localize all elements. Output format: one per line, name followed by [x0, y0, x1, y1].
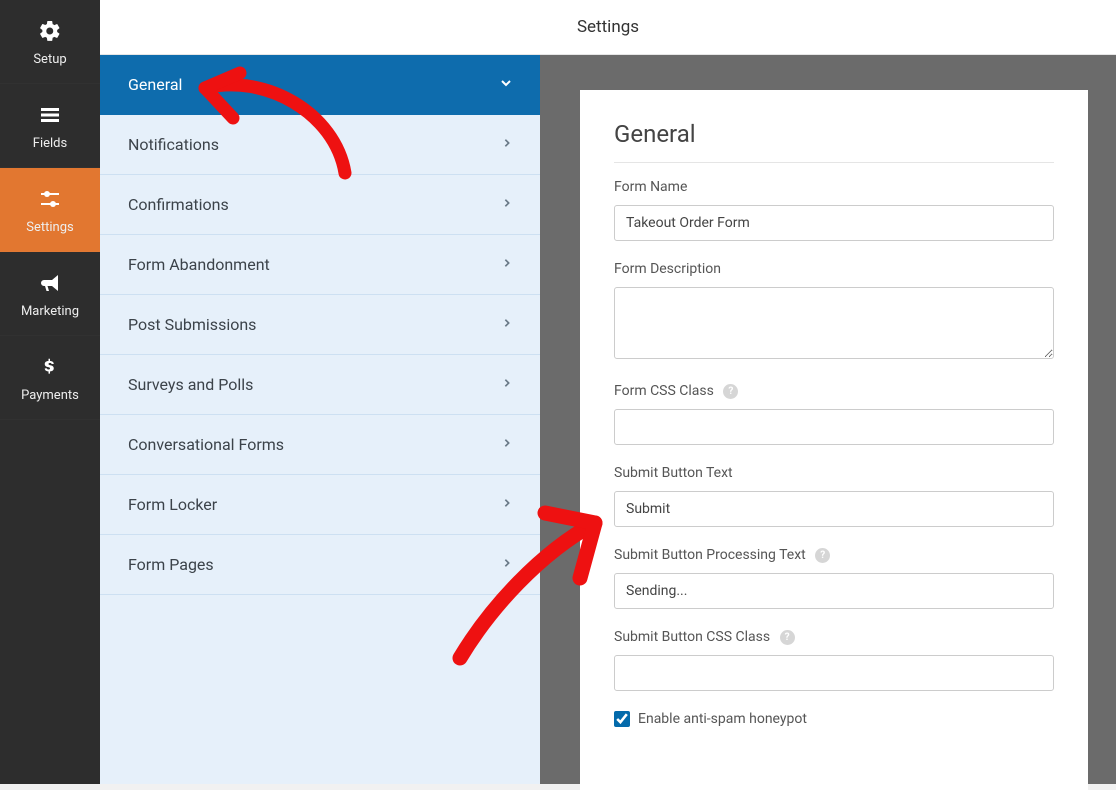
chevron-right-icon — [502, 317, 512, 332]
form-name-label: Form Name — [614, 179, 1054, 195]
chevron-right-icon — [502, 377, 512, 392]
nav-settings[interactable]: Settings — [0, 168, 100, 252]
nav-setup[interactable]: Setup — [0, 0, 100, 84]
submit-button-css-label: Submit Button CSS Class ? — [614, 629, 1054, 645]
bullhorn-icon — [37, 270, 63, 296]
settings-tab-confirmations[interactable]: Confirmations — [100, 175, 540, 235]
chevron-right-icon — [502, 437, 512, 452]
sliders-icon — [37, 186, 63, 212]
nav-label: Setup — [33, 52, 66, 67]
chevron-right-icon — [502, 497, 512, 512]
settings-tab-form-abandonment[interactable]: Form Abandonment — [100, 235, 540, 295]
nav-label: Fields — [33, 136, 67, 151]
honeypot-checkbox[interactable] — [614, 711, 630, 727]
tab-label: Post Submissions — [128, 315, 256, 334]
topbar: Settings — [100, 0, 1116, 55]
content-area: General Form Name Form Description Form … — [540, 55, 1116, 784]
tab-label: Surveys and Polls — [128, 375, 253, 394]
tab-label: Confirmations — [128, 195, 229, 214]
settings-tab-conversational-forms[interactable]: Conversational Forms — [100, 415, 540, 475]
content-card: General Form Name Form Description Form … — [580, 90, 1088, 790]
settings-tab-general[interactable]: General — [100, 55, 540, 115]
help-icon[interactable]: ? — [723, 384, 738, 399]
panel-heading: General — [614, 120, 1054, 163]
nav-label: Payments — [21, 388, 79, 403]
submit-button-processing-label: Submit Button Processing Text ? — [614, 547, 1054, 563]
tab-label: Notifications — [128, 135, 219, 154]
submit-button-css-input[interactable] — [614, 655, 1054, 691]
form-description-input[interactable] — [614, 287, 1054, 359]
tab-label: Conversational Forms — [128, 435, 284, 454]
nav-marketing[interactable]: Marketing — [0, 252, 100, 336]
chevron-right-icon — [502, 137, 512, 152]
submit-button-processing-input[interactable] — [614, 573, 1054, 609]
chevron-right-icon — [502, 197, 512, 212]
chevron-right-icon — [502, 257, 512, 272]
form-name-input[interactable] — [614, 205, 1054, 241]
settings-tab-post-submissions[interactable]: Post Submissions — [100, 295, 540, 355]
submit-button-text-input[interactable] — [614, 491, 1054, 527]
gear-icon — [37, 18, 63, 44]
chevron-right-icon — [502, 557, 512, 572]
page-title: Settings — [577, 17, 639, 37]
nav-payments[interactable]: Payments — [0, 336, 100, 420]
form-description-label: Form Description — [614, 261, 1054, 277]
tab-label: Form Pages — [128, 555, 214, 574]
form-css-class-label: Form CSS Class ? — [614, 383, 1054, 399]
left-nav: Setup Fields Settings Marketing Payments — [0, 0, 100, 784]
tab-label: Form Abandonment — [128, 255, 270, 274]
settings-tab-form-locker[interactable]: Form Locker — [100, 475, 540, 535]
help-icon[interactable]: ? — [815, 548, 830, 563]
tab-label: General — [128, 75, 182, 94]
honeypot-label: Enable anti-spam honeypot — [638, 711, 807, 727]
settings-tab-notifications[interactable]: Notifications — [100, 115, 540, 175]
help-icon[interactable]: ? — [780, 630, 795, 645]
dollar-icon — [37, 354, 63, 380]
nav-label: Marketing — [21, 304, 79, 319]
settings-panel: General Notifications Confirmations Form… — [100, 55, 540, 784]
settings-tab-surveys-polls[interactable]: Surveys and Polls — [100, 355, 540, 415]
chevron-down-icon — [500, 77, 512, 93]
nav-fields[interactable]: Fields — [0, 84, 100, 168]
form-css-class-input[interactable] — [614, 409, 1054, 445]
tab-label: Form Locker — [128, 495, 217, 514]
list-icon — [37, 102, 63, 128]
nav-label: Settings — [26, 220, 73, 235]
submit-button-text-label: Submit Button Text — [614, 465, 1054, 481]
settings-tab-form-pages[interactable]: Form Pages — [100, 535, 540, 595]
